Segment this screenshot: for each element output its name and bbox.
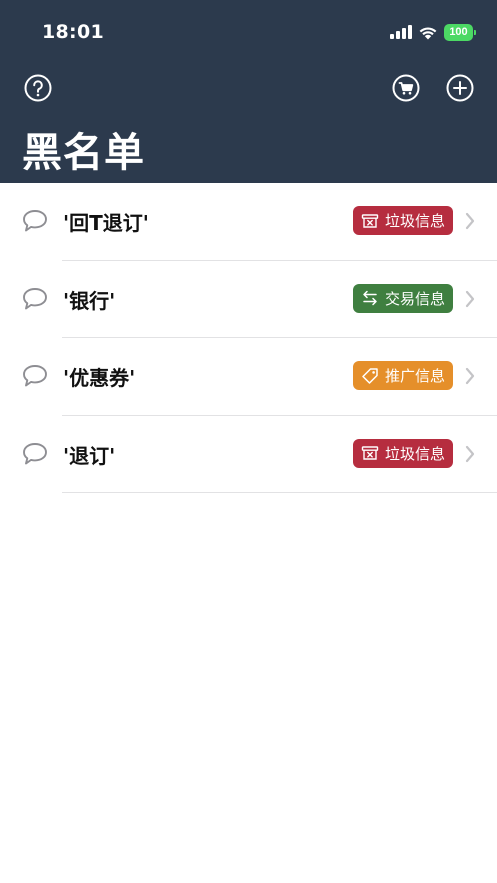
category-badge-label: 垃圾信息 [384, 212, 445, 230]
page-title: 黑名单 [22, 130, 145, 176]
category-badge-transaction: 交易信息 [352, 283, 453, 313]
header: 18:01 100 黑名单 [0, 0, 497, 183]
trash-box-icon [361, 446, 379, 460]
wifi-icon [419, 26, 437, 39]
status-time: 18:01 [42, 21, 104, 43]
chat-bubble-icon [23, 442, 47, 464]
question-icon[interactable] [24, 74, 52, 102]
chevron-right-icon [465, 290, 475, 307]
category-badge-label: 交易信息 [384, 289, 445, 308]
status-icons: 100 [390, 22, 476, 42]
keyword-label: '回T退订' [63, 211, 149, 235]
chevron-right-icon [465, 445, 475, 462]
keyword-label: '退订' [63, 443, 116, 468]
chat-bubble-icon [23, 287, 47, 309]
signal-icon [390, 25, 412, 39]
blacklist-list: '回T退订' 垃圾信息 '银行' 交易信息 '优惠券' 推广信息 '退订' 垃圾… [0, 183, 497, 493]
chat-bubble-icon [23, 210, 47, 232]
battery-indicator: 100 [444, 23, 476, 41]
list-item[interactable]: '优惠券' 推广信息 [0, 338, 497, 416]
list-item[interactable]: '回T退订' 垃圾信息 [0, 183, 497, 261]
keyword-label: '优惠券' [63, 366, 136, 390]
exchange-icon [363, 290, 377, 306]
list-item[interactable]: '银行' 交易信息 [0, 261, 497, 338]
cart-icon[interactable] [392, 74, 420, 102]
chevron-right-icon [465, 367, 475, 385]
row-divider [62, 492, 497, 493]
keyword-label: '银行' [63, 288, 116, 313]
category-badge-promotion: 推广信息 [352, 361, 453, 390]
chat-bubble-icon [23, 365, 47, 387]
tag-icon [362, 367, 378, 384]
list-item[interactable]: '退订' 垃圾信息 [0, 416, 497, 493]
category-badge-label: 推广信息 [384, 367, 445, 385]
category-badge-spam: 垃圾信息 [352, 438, 453, 468]
category-badge-label: 垃圾信息 [384, 444, 445, 463]
trash-box-icon [361, 213, 379, 228]
chevron-right-icon [465, 212, 475, 230]
category-badge-spam: 垃圾信息 [352, 206, 453, 235]
plus-icon[interactable] [446, 74, 474, 102]
